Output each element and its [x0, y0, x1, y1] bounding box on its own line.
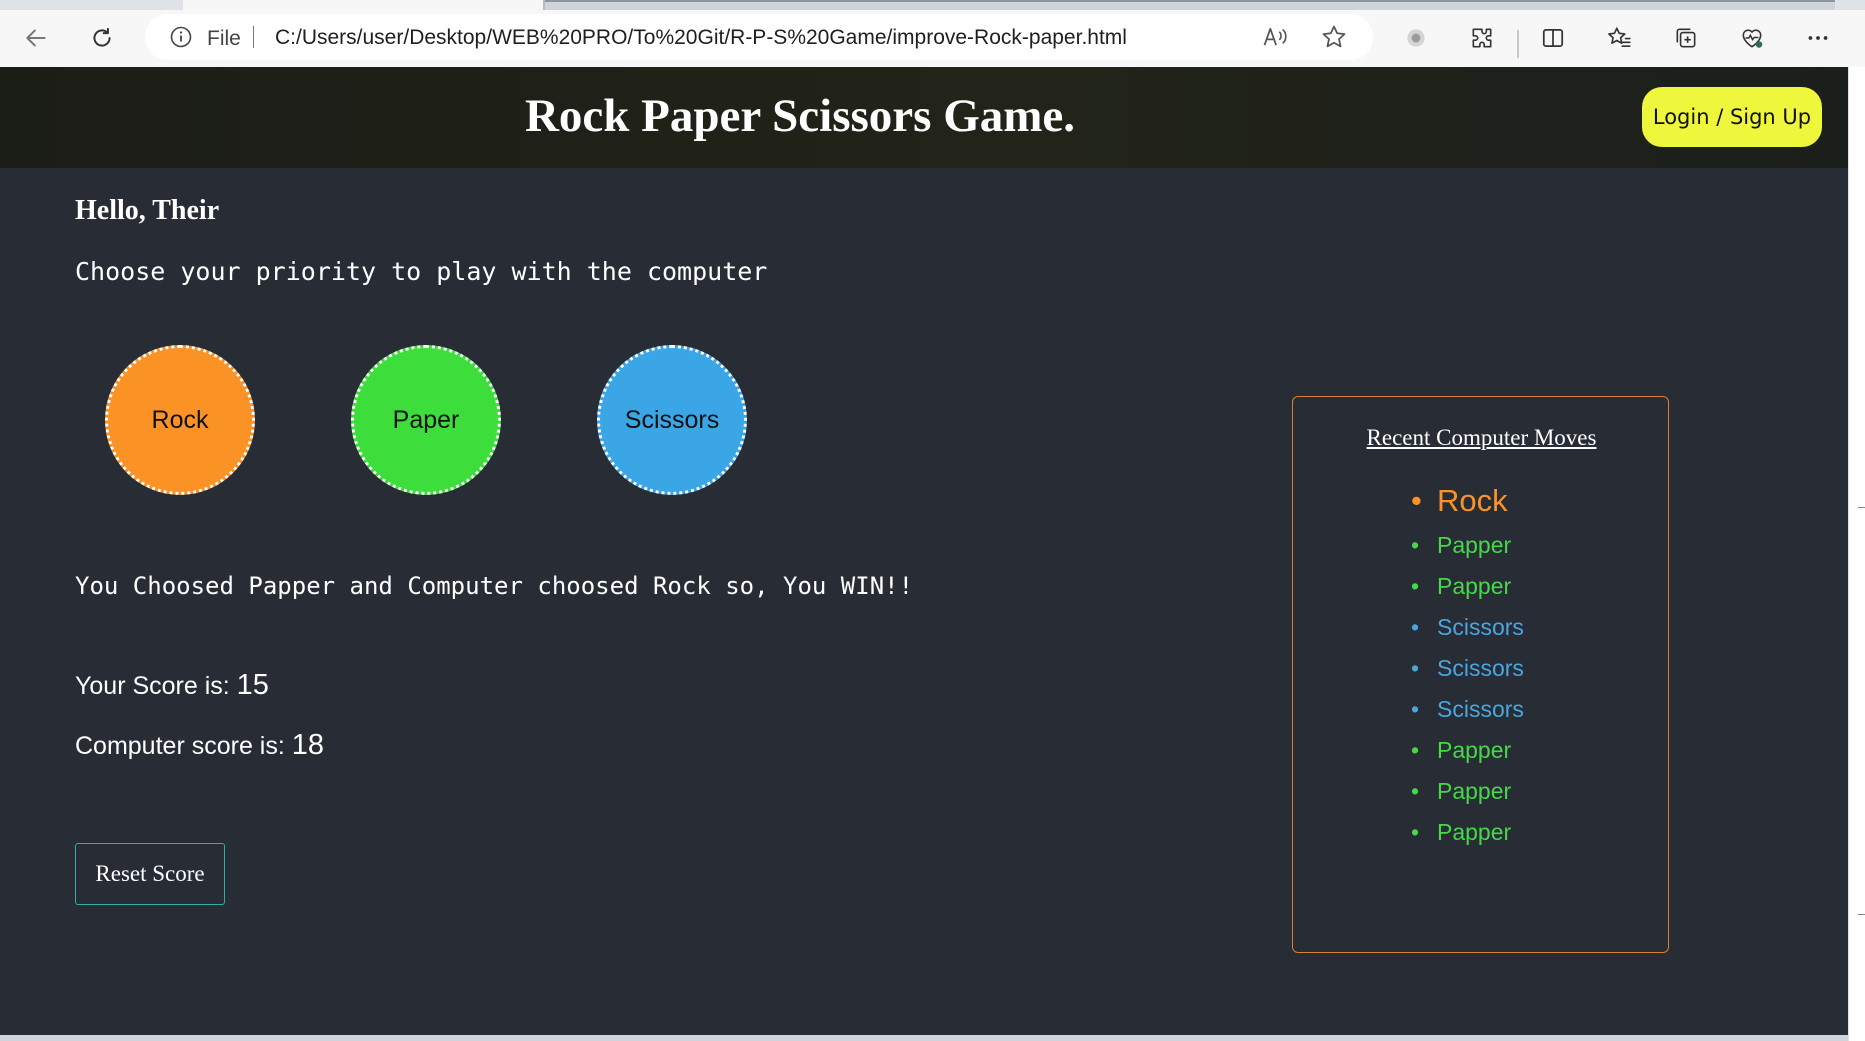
player-score-value: 15: [236, 669, 269, 701]
computer-score-value: 18: [291, 729, 325, 761]
more-options-icon[interactable]: [1798, 18, 1838, 58]
address-bar[interactable]: File C:/Users/user/Desktop/WEB%20PRO/To%…: [145, 14, 1373, 60]
browser-toolbar: File C:/Users/user/Desktop/WEB%20PRO/To%…: [0, 10, 1865, 67]
page-title: Rock Paper Scissors Game.: [524, 90, 1076, 142]
address-file-label: File: [207, 27, 241, 50]
computer-score: Computer score is: 18: [75, 729, 324, 762]
read-aloud-icon[interactable]: [1261, 23, 1289, 51]
login-signup-button[interactable]: Login / Sign Up: [1642, 87, 1822, 147]
reset-score-button[interactable]: Reset Score: [75, 843, 225, 905]
move-item: Rock: [1411, 477, 1661, 525]
collections-icon[interactable]: [1666, 18, 1706, 58]
active-tab[interactable]: [183, 0, 545, 10]
move-item: Scissors: [1411, 607, 1661, 648]
scrollbar-marker: [1858, 914, 1865, 915]
recent-moves-list: Rock Papper Papper Scissors Scissors Sci…: [1411, 477, 1661, 853]
site-header: Rock Paper Scissors Game. Login / Sign U…: [0, 67, 1848, 168]
instruction-text: Choose your priority to play with the co…: [75, 257, 768, 286]
player-score: Your Score is: 15: [75, 669, 269, 702]
move-item: Papper: [1411, 525, 1661, 566]
player-score-label: Your Score is:: [75, 672, 230, 700]
refresh-icon[interactable]: [82, 18, 122, 58]
scissors-choice-button[interactable]: Scissors: [597, 345, 747, 495]
recent-moves-panel: Recent Computer Moves Rock Papper Papper…: [1292, 396, 1669, 953]
split-screen-icon[interactable]: [1533, 18, 1573, 58]
page-viewport: Rock Paper Scissors Game. Login / Sign U…: [0, 67, 1848, 1035]
greeting-text: Hello, Their: [75, 195, 220, 226]
window-bottom-edge: [0, 1035, 1848, 1041]
rock-choice-button[interactable]: Rock: [105, 345, 255, 495]
result-message: You Choosed Papper and Computer choosed …: [75, 572, 914, 600]
favorite-star-icon[interactable]: [1320, 23, 1348, 51]
page-scrollbar[interactable]: [1848, 67, 1865, 1041]
move-item: Scissors: [1411, 689, 1661, 730]
extension-record-icon[interactable]: [1396, 18, 1436, 58]
address-url[interactable]: C:/Users/user/Desktop/WEB%20PRO/To%20Git…: [275, 26, 1127, 50]
tab-strip: [0, 0, 1865, 10]
back-arrow-icon[interactable]: [16, 18, 56, 58]
favorites-icon[interactable]: [1599, 18, 1639, 58]
computer-score-label: Computer score is:: [75, 732, 285, 760]
move-item: Papper: [1411, 812, 1661, 853]
move-item: Papper: [1411, 566, 1661, 607]
address-separator: [253, 26, 254, 48]
inactive-tab[interactable]: [545, 0, 1835, 10]
toolbar-divider: [1517, 30, 1519, 58]
move-item: Papper: [1411, 771, 1661, 812]
browser-essentials-icon[interactable]: [1732, 18, 1772, 58]
move-item: Papper: [1411, 730, 1661, 771]
move-item: Scissors: [1411, 648, 1661, 689]
extensions-puzzle-icon[interactable]: [1462, 18, 1502, 58]
paper-choice-button[interactable]: Paper: [351, 345, 501, 495]
scrollbar-marker: [1858, 507, 1865, 508]
info-icon[interactable]: [169, 25, 193, 49]
recent-moves-title: Recent Computer Moves: [1366, 425, 1597, 450]
